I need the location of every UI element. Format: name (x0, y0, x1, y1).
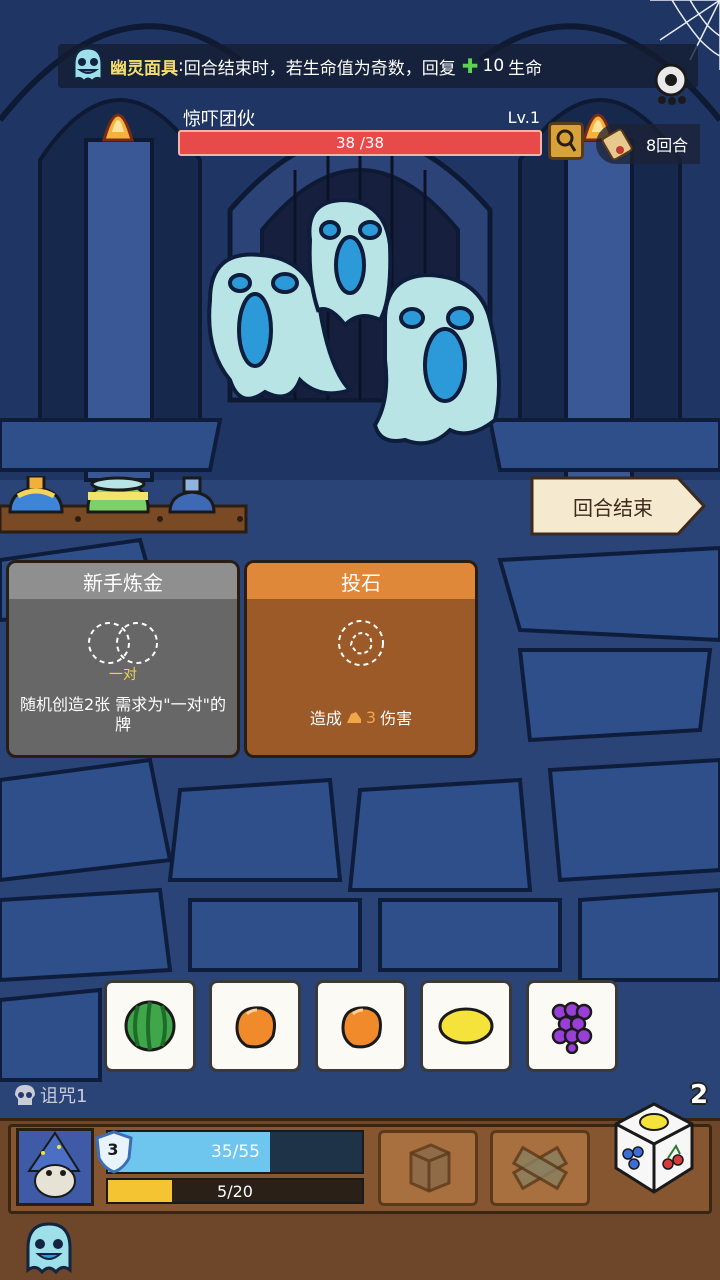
player-hp-bar: 35/55 (106, 1130, 364, 1174)
card-desc-suffix: 伤害 (380, 709, 413, 728)
die-orange[interactable] (209, 980, 301, 1072)
relic-banner: 幽灵面具 : 回合结束时，若生命值为奇数，回复 ✚ 10 生命 (58, 44, 698, 88)
ghost-pet-icon[interactable] (20, 1218, 78, 1276)
watermelon-icon (124, 1000, 176, 1052)
potion-shelf (0, 476, 248, 534)
enemy-hp-text: 38 /38 (336, 134, 384, 152)
item-slot-box[interactable] (378, 1130, 478, 1206)
player-xp-text: 5/20 (217, 1181, 253, 1201)
card-description: 随机创造2张 需求为"一对"的牌 (20, 695, 226, 734)
wizard-portrait-icon (19, 1131, 91, 1203)
crate-icon (409, 1143, 451, 1193)
relic-heal-unit: 生命 (508, 58, 543, 79)
orange-fruit-icon (341, 1006, 382, 1049)
heal-plus-icon: ✚ (461, 54, 479, 78)
die-watermelon[interactable] (104, 980, 196, 1072)
ghost-mask-icon[interactable] (68, 44, 108, 86)
card-damage-value: 3 (365, 707, 377, 727)
card-desc-prefix: 造成 (309, 709, 342, 728)
curse-indicator[interactable]: 诅咒1 (12, 1082, 87, 1108)
relic-name: 幽灵面具 (110, 58, 178, 79)
grape-icon (551, 1001, 593, 1054)
armor-value: 3 (107, 1140, 119, 1159)
single-slot-icon (338, 620, 384, 666)
relic-description: 回合结束时，若生命值为奇数，回复 (183, 58, 456, 79)
die-orange[interactable] (315, 980, 407, 1072)
skull-icon (15, 1085, 35, 1105)
end-turn-label: 回合结束 (573, 495, 653, 520)
card-description: 造成 3 伤害 (247, 705, 475, 729)
die-grape[interactable] (526, 980, 618, 1072)
die-lemon[interactable] (420, 980, 512, 1072)
curse-label: 诅咒1 (40, 1086, 88, 1107)
orange-fruit-icon (235, 1006, 276, 1049)
card-title: 投石 (247, 563, 475, 599)
settings-gear-icon[interactable] (648, 60, 694, 106)
enemy-hp-bar: 38 /38 (178, 130, 542, 156)
reroll-dice-button[interactable] (606, 1098, 702, 1198)
round-text: 8回合 (646, 136, 689, 155)
item-slot-bandage[interactable] (490, 1130, 590, 1206)
enemy-intent-magnifier-icon[interactable] (548, 122, 584, 160)
end-turn-button[interactable]: 回合结束 (528, 474, 708, 538)
potion-empty-flask[interactable] (168, 476, 216, 514)
bandage-icon (511, 1145, 569, 1191)
rock-damage-icon (346, 712, 361, 723)
relic-heal-amount: 10 (482, 56, 505, 76)
player-xp-bar: 5/20 (106, 1178, 364, 1204)
card-stone-throw[interactable]: 投石 造成 3 伤害 (244, 560, 478, 758)
slot-requirement-label: 一对 (109, 667, 137, 683)
enemy-level: Lv.1 (507, 108, 540, 127)
enemy-name: 惊吓团伙 (183, 109, 255, 130)
scroll-icon (601, 128, 633, 161)
card-novice-alchemy[interactable]: 新手炼金 一对 随机创造2张 需求为"一对"的牌 (6, 560, 240, 758)
player-avatar[interactable] (16, 1128, 94, 1206)
card-title: 新手炼金 (9, 563, 237, 599)
player-hp-text: 35/55 (211, 1142, 260, 1162)
potion-rainbow[interactable] (86, 476, 150, 514)
potion-blue-yellow[interactable] (8, 476, 64, 514)
lemon-icon (438, 1007, 494, 1045)
